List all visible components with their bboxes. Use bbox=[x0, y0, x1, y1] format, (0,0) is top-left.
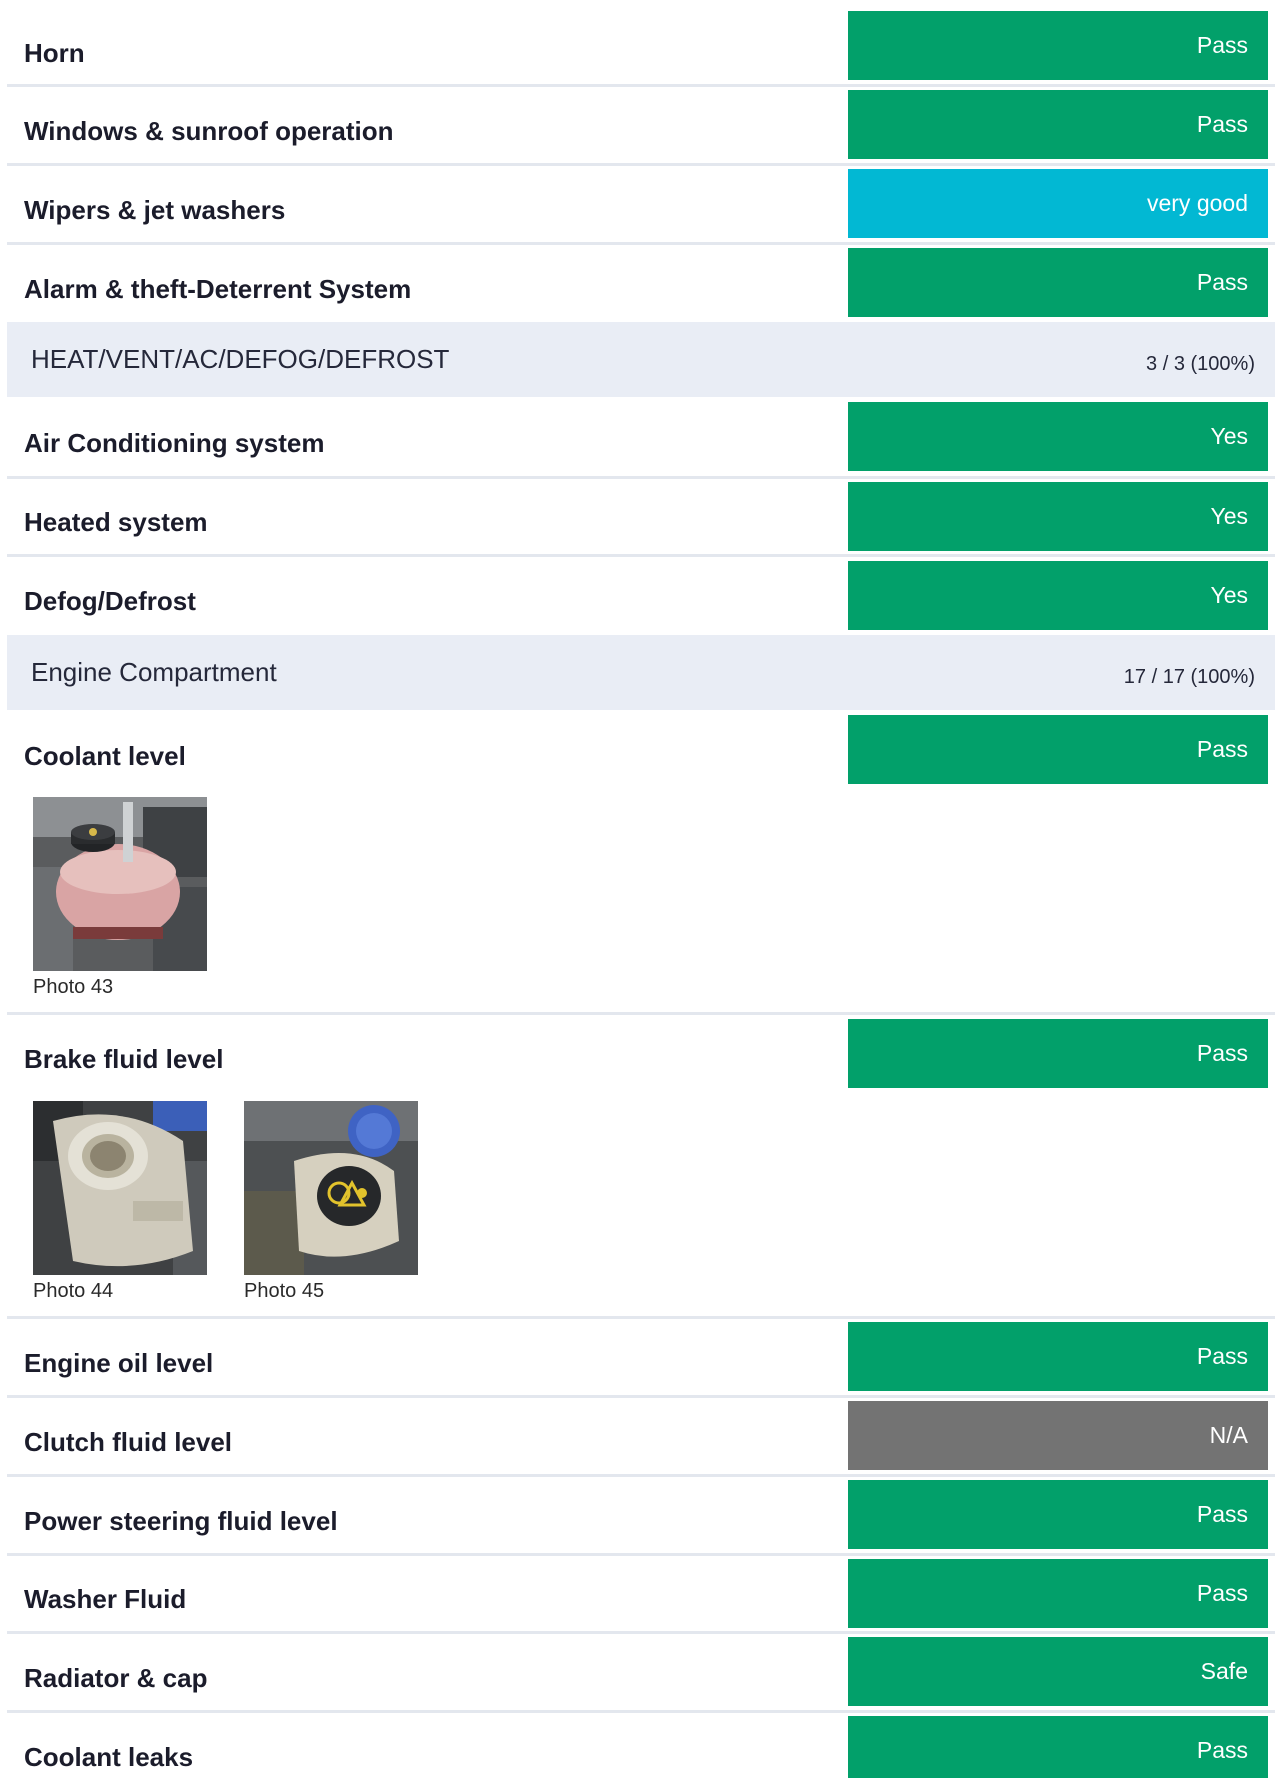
divider bbox=[7, 1316, 1275, 1319]
row-label: Brake fluid level bbox=[24, 1044, 224, 1074]
status-badge: N/A bbox=[848, 1401, 1268, 1470]
row-label: Coolant leaks bbox=[24, 1742, 194, 1772]
photo-thumbnail[interactable] bbox=[33, 797, 207, 971]
photo-caption: Photo 43 bbox=[33, 976, 114, 998]
status-badge: Pass bbox=[848, 1019, 1268, 1088]
brake-reservoir-cap-photo bbox=[244, 1101, 418, 1275]
status-badge: very good bbox=[848, 169, 1268, 238]
row-label: Clutch fluid level bbox=[24, 1427, 233, 1457]
divider bbox=[7, 1474, 1275, 1477]
brake-reservoir-open-photo bbox=[33, 1101, 207, 1275]
row-label: Engine oil level bbox=[24, 1348, 214, 1378]
section-title: HEAT/VENT/AC/DEFOG/DEFROST bbox=[31, 344, 450, 374]
coolant-reservoir-photo bbox=[33, 797, 207, 971]
status-badge: Yes bbox=[848, 561, 1268, 630]
section-title: Engine Compartment bbox=[31, 657, 277, 687]
divider bbox=[7, 163, 1275, 166]
row-label: Alarm & theft-Deterrent System bbox=[24, 274, 412, 304]
section-score: 3 / 3 (100%) bbox=[1146, 353, 1255, 375]
divider bbox=[7, 242, 1275, 245]
divider bbox=[7, 1710, 1275, 1713]
divider bbox=[7, 1631, 1275, 1634]
status-badge: Pass bbox=[848, 1322, 1268, 1391]
status-badge: Pass bbox=[848, 248, 1268, 317]
photo-thumbnail[interactable] bbox=[33, 1101, 207, 1275]
photo-thumbnail[interactable] bbox=[244, 1101, 418, 1275]
row-label: Washer Fluid bbox=[24, 1584, 187, 1614]
divider bbox=[7, 476, 1275, 479]
photo-caption: Photo 44 bbox=[33, 1280, 114, 1302]
divider bbox=[7, 554, 1275, 557]
section-score: 17 / 17 (100%) bbox=[1123, 666, 1255, 688]
status-badge: Safe bbox=[848, 1637, 1268, 1706]
divider bbox=[7, 1012, 1275, 1015]
section-header-hvac: HEAT/VENT/AC/DEFOG/DEFROST 3 / 3 (100%) bbox=[7, 322, 1275, 397]
row-label: Power steering fluid level bbox=[24, 1506, 338, 1536]
row-label: Radiator & cap bbox=[24, 1663, 208, 1693]
divider bbox=[7, 84, 1275, 87]
status-badge: Pass bbox=[848, 715, 1268, 784]
row-label: Coolant level bbox=[24, 741, 186, 771]
divider bbox=[7, 1553, 1275, 1556]
status-badge: Pass bbox=[848, 90, 1268, 159]
status-badge: Pass bbox=[848, 1559, 1268, 1628]
status-badge: Pass bbox=[848, 11, 1268, 80]
row-label: Windows & sunroof operation bbox=[24, 116, 394, 146]
status-badge: Pass bbox=[848, 1716, 1268, 1778]
status-badge: Yes bbox=[848, 482, 1268, 551]
status-badge: Yes bbox=[848, 402, 1268, 471]
status-badge: Pass bbox=[848, 1480, 1268, 1549]
row-label: Air Conditioning system bbox=[24, 428, 325, 458]
row-label: Defog/Defrost bbox=[24, 586, 196, 616]
row-label: Horn bbox=[24, 38, 85, 68]
photo-caption: Photo 45 bbox=[244, 1280, 325, 1302]
divider bbox=[7, 1395, 1275, 1398]
row-label: Wipers & jet washers bbox=[24, 195, 286, 225]
section-header-engine: Engine Compartment 17 / 17 (100%) bbox=[7, 635, 1275, 710]
row-label: Heated system bbox=[24, 507, 208, 537]
